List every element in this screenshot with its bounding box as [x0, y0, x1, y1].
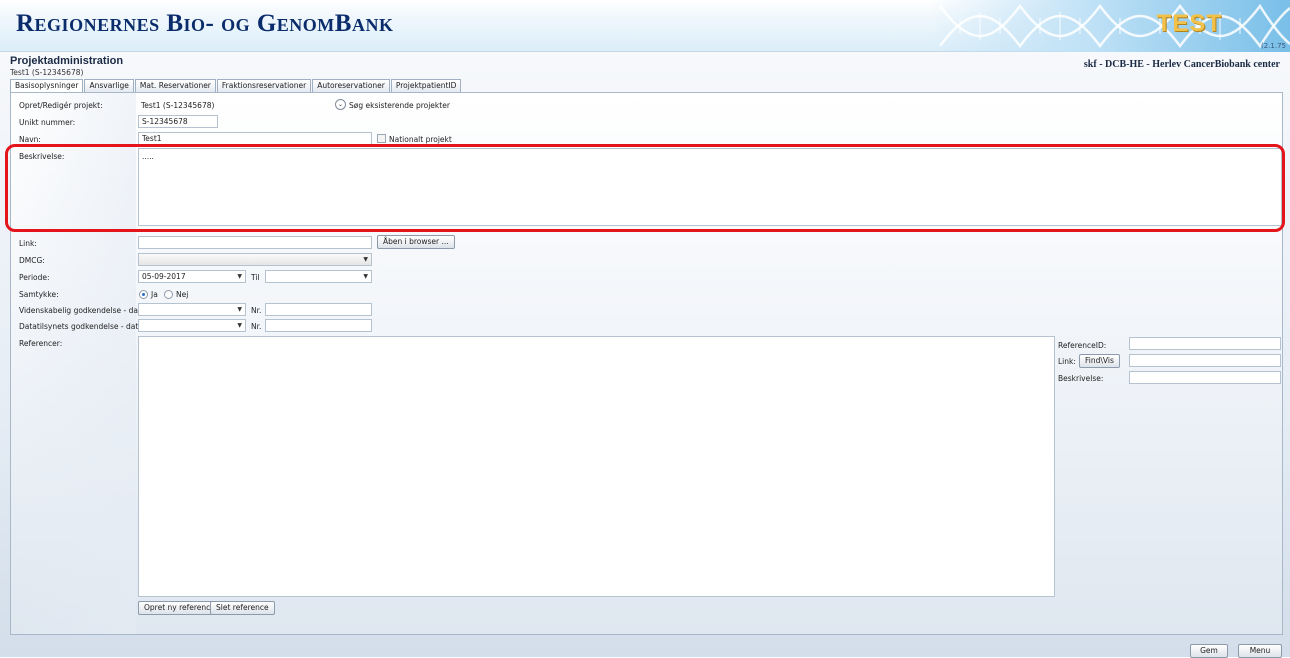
navn-input[interactable]: [138, 132, 372, 145]
tab-autoreservationer[interactable]: Autoreservationer: [312, 79, 390, 92]
search-projects-link[interactable]: Søg eksisterende projekter: [349, 101, 450, 110]
version-label: (2.1.75: [1261, 42, 1286, 50]
vid-nr-input[interactable]: [265, 303, 372, 316]
ref-link-label: Link:: [1058, 357, 1076, 366]
data-nr-label: Nr.: [251, 322, 262, 331]
periode-label: Periode:: [19, 273, 50, 282]
chevron-down-icon: ▼: [237, 322, 242, 329]
tab-mat-reservationer[interactable]: Mat. Reservationer: [134, 79, 216, 92]
open-in-browser-button[interactable]: Åben i browser ...: [377, 235, 455, 249]
banner-title: Regionernes Bio- og GenomBank: [16, 10, 394, 37]
nationalt-label: Nationalt projekt: [389, 135, 452, 144]
ref-link-input[interactable]: [1129, 354, 1281, 367]
chevron-down-icon[interactable]: ⌄: [335, 99, 346, 110]
user-context: skf - DCB-HE - Herlev CancerBiobank cent…: [1083, 59, 1280, 70]
tab-fraktionsreservationer[interactable]: Fraktionsreservationer: [216, 79, 312, 92]
opret-label: Opret/Redigér projekt:: [19, 101, 103, 110]
samtykke-ja-radio[interactable]: [139, 290, 148, 299]
beskrivelse-textarea[interactable]: .....: [138, 148, 1282, 226]
refid-input[interactable]: [1129, 337, 1281, 350]
app-banner: Regionernes Bio- og GenomBank Test (2.1.…: [0, 0, 1290, 52]
page-subtitle: Test1 (S-12345678): [10, 68, 84, 77]
menu-button[interactable]: Menu: [1238, 644, 1282, 658]
link-input[interactable]: [138, 236, 372, 249]
delete-reference-button[interactable]: Slet reference: [210, 601, 275, 615]
til-label: Til: [251, 273, 260, 282]
save-button[interactable]: Gem: [1190, 644, 1228, 658]
chevron-down-icon: ▼: [237, 306, 242, 313]
unikt-nummer-input[interactable]: [138, 115, 218, 128]
test-badge: Test: [1156, 10, 1222, 37]
beskrivelse-label: Beskrivelse:: [19, 152, 65, 161]
dmcg-select[interactable]: ▼: [138, 253, 372, 266]
dna-helix-icon: [939, 3, 1290, 49]
dmcg-label: DMCG:: [19, 256, 45, 265]
chevron-down-icon: ▼: [363, 256, 368, 263]
refid-label: ReferenceID:: [1058, 341, 1107, 350]
data-date-datepicker[interactable]: ▼: [138, 319, 246, 332]
unikt-label: Unikt nummer:: [19, 118, 76, 127]
find-vis-button[interactable]: Find\Vis: [1079, 354, 1120, 368]
vid-label: Videnskabelig godkendelse - dato:: [19, 306, 149, 315]
vid-nr-label: Nr.: [251, 306, 262, 315]
create-reference-button[interactable]: Opret ny reference: [138, 601, 221, 615]
tab-bar: Basisoplysninger Ansvarlige Mat. Reserva…: [10, 79, 462, 93]
dna-banner-art: Test (2.1.75: [930, 0, 1290, 52]
chevron-down-icon: ▼: [363, 273, 368, 280]
ref-beskrivelse-input[interactable]: [1129, 371, 1281, 384]
vid-date-datepicker[interactable]: ▼: [138, 303, 246, 316]
periode-from-datepicker[interactable]: 05-09-2017 ▼: [138, 270, 246, 283]
data-nr-input[interactable]: [265, 319, 372, 332]
opret-value: Test1 (S-12345678): [141, 101, 215, 110]
samtykke-label: Samtykke:: [19, 290, 59, 299]
tab-ansvarlige[interactable]: Ansvarlige: [84, 79, 134, 92]
samtykke-ja-label: Ja: [151, 290, 158, 299]
nationalt-checkbox[interactable]: [377, 134, 386, 143]
periode-to-datepicker[interactable]: ▼: [265, 270, 372, 283]
periode-from-value: 05-09-2017: [142, 272, 186, 281]
samtykke-nej-radio[interactable]: [164, 290, 173, 299]
page-title: Projektadministration: [10, 55, 124, 67]
tab-projektpatientid[interactable]: ProjektpatientID: [390, 79, 462, 92]
link-label: Link:: [19, 239, 37, 248]
label-column: [12, 93, 136, 634]
tab-basisoplysninger[interactable]: Basisoplysninger: [10, 79, 84, 93]
data-label: Datatilsynets godkendelse - dato:: [19, 322, 146, 331]
chevron-down-icon: ▼: [237, 273, 242, 280]
references-list[interactable]: [138, 336, 1055, 597]
ref-beskrivelse-label: Beskrivelse:: [1058, 374, 1104, 383]
basisoplysninger-panel: Opret/Redigér projekt: Test1 (S-12345678…: [10, 92, 1283, 635]
samtykke-nej-label: Nej: [176, 290, 189, 299]
navn-label: Navn:: [19, 135, 41, 144]
referencer-label: Referencer:: [19, 339, 63, 348]
